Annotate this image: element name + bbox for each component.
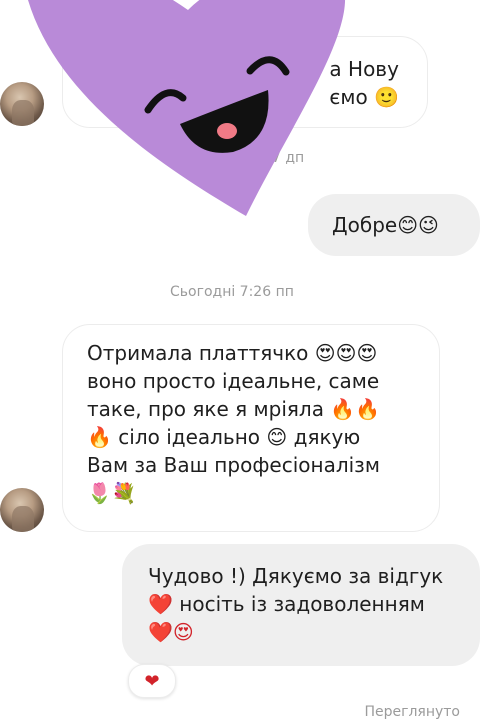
heart-icon: ❤ xyxy=(144,670,160,692)
smiling-winking-emoji: 😊😉 xyxy=(397,213,439,237)
outgoing-message-bubble[interactable]: Чудово !) Дякуємо за відгук ❤️ носіть із… xyxy=(122,544,480,666)
message-line: Отримала платтячко 😍😍😍 xyxy=(87,341,378,365)
today-timestamp: Сьогодні 7:26 пп xyxy=(170,284,294,300)
message-line: воно просто ідеальне, саме xyxy=(87,369,380,393)
smiling-emoji: 😊 xyxy=(266,425,288,449)
heart-and-heart-eyes-emoji: ❤️😍 xyxy=(148,620,194,644)
avatar[interactable] xyxy=(0,488,44,532)
slightly-smiling-emoji: 🙂 xyxy=(374,85,399,109)
message-line: ❤️ носіть із задоволенням xyxy=(148,592,425,616)
heart-shape xyxy=(28,0,345,216)
heart-reaction[interactable]: ❤ xyxy=(128,664,176,698)
message-line: Вам за Ваш професіоналізм xyxy=(87,453,380,477)
message-line: Чудово !) Дякуємо за відгук xyxy=(148,564,444,588)
smiling-heart-sticker[interactable] xyxy=(28,0,348,220)
fire-emoji: 🔥 xyxy=(87,425,112,449)
fire-emoji: 🔥🔥 xyxy=(330,397,381,421)
incoming-message-bubble[interactable]: Отримала платтячко 😍😍😍 воно просто ідеал… xyxy=(62,324,440,532)
tulip-bouquet-emoji: 🌷💐 xyxy=(87,481,137,505)
red-heart-emoji: ❤️ xyxy=(148,592,173,616)
heart-eyes-emoji: 😍😍😍 xyxy=(314,341,378,365)
message-line: ❤️😍 xyxy=(148,618,480,646)
message-line: 🔥 сіло ідеально 😊 дякую xyxy=(87,425,361,449)
tongue xyxy=(217,123,237,139)
message-line: 🌷💐 xyxy=(87,479,439,507)
message-line: таке, про яке я мріяла 🔥🔥 xyxy=(87,397,381,421)
